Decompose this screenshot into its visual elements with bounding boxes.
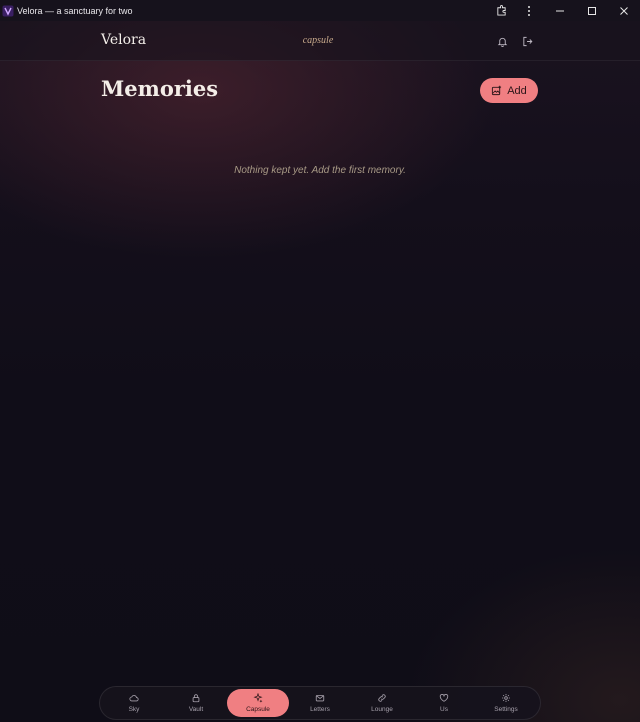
- nav-label: Us: [440, 706, 448, 713]
- nav-label: Lounge: [371, 706, 393, 713]
- extensions-icon[interactable]: [488, 0, 514, 21]
- app-header: Velora capsule: [0, 21, 640, 61]
- nav-label: Capsule: [246, 706, 270, 713]
- nav-label: Settings: [494, 706, 518, 713]
- cloud-icon: [129, 695, 139, 702]
- nav-item-letters[interactable]: Letters: [289, 689, 351, 717]
- nav-item-capsule[interactable]: Capsule: [227, 689, 289, 717]
- section-subtitle: capsule: [302, 35, 334, 46]
- more-options-icon[interactable]: [514, 0, 544, 21]
- link-icon: [378, 694, 386, 702]
- nav-item-settings[interactable]: Settings: [475, 689, 537, 717]
- nav-label: Sky: [128, 706, 140, 713]
- velora-logo-icon: [2, 5, 14, 17]
- app-window: Velora — a sanctuary for two Velora caps…: [0, 0, 640, 722]
- empty-state-message: Nothing kept yet. Add the first memory.: [234, 165, 406, 176]
- maximize-button[interactable]: [576, 0, 608, 21]
- sparkles-icon: [253, 693, 263, 703]
- logout-icon[interactable]: [520, 34, 534, 48]
- page-title: Memories: [101, 76, 219, 101]
- nav-item-us[interactable]: Us: [413, 689, 475, 717]
- heart-icon: [439, 694, 449, 702]
- add-memory-button[interactable]: Add: [480, 78, 538, 103]
- lock-icon: [192, 694, 200, 703]
- bell-icon[interactable]: [495, 34, 509, 48]
- nav-item-vault[interactable]: Vault: [165, 689, 227, 717]
- gear-icon: [502, 694, 510, 702]
- close-button[interactable]: [608, 0, 640, 21]
- nav-label: Vault: [188, 706, 204, 713]
- title-bar: Velora — a sanctuary for two: [0, 0, 640, 21]
- nav-item-lounge[interactable]: Lounge: [351, 689, 413, 717]
- nav-label: Letters: [310, 706, 330, 713]
- window-title: Velora — a sanctuary for two: [17, 5, 133, 16]
- envelope-icon: [315, 695, 325, 702]
- add-image-icon: [492, 85, 502, 96]
- bottom-nav: Sky Vault Capsule Letters Lounge Us Sett…: [99, 686, 541, 720]
- add-button-label: Add: [507, 84, 527, 97]
- nav-item-sky[interactable]: Sky: [103, 689, 165, 717]
- minimize-button[interactable]: [544, 0, 576, 21]
